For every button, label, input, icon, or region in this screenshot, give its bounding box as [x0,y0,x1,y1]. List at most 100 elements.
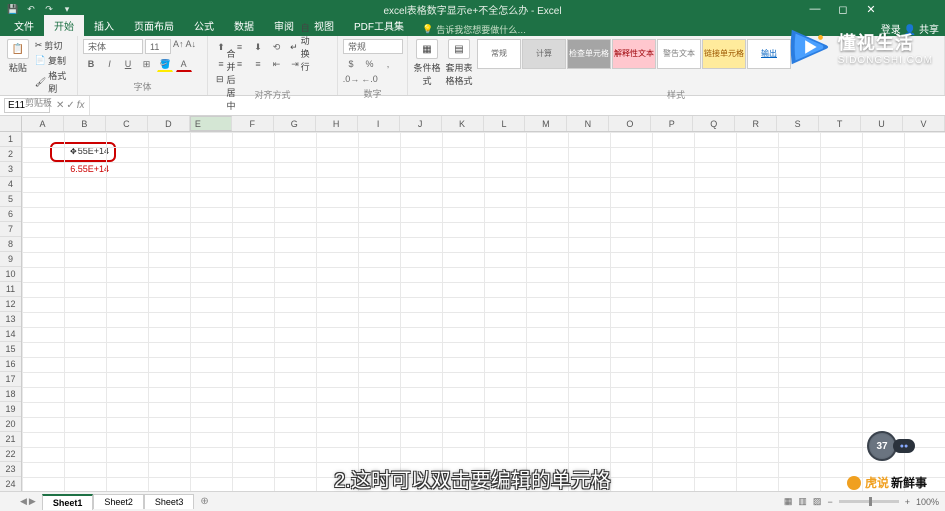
style-explain[interactable]: 解释性文本 [612,39,656,69]
zoom-slider[interactable] [839,500,899,503]
row-header-20[interactable]: 20 [0,417,21,432]
sheet-prev-icon[interactable]: ◀ [20,496,27,507]
bold-button[interactable]: B [83,56,99,71]
redo-icon[interactable]: ↷ [42,2,56,16]
font-name-select[interactable]: 宋体 [83,39,143,54]
copy-button[interactable]: 📄 复制 [35,54,72,67]
row-header-9[interactable]: 9 [0,252,21,267]
row-header-19[interactable]: 19 [0,402,21,417]
italic-button[interactable]: I [102,56,118,71]
tab-insert[interactable]: 插入 [84,15,124,36]
tab-home[interactable]: 开始 [44,15,84,36]
row-header-13[interactable]: 13 [0,312,21,327]
currency-icon[interactable]: $ [343,56,359,71]
font-color-button[interactable]: A [176,57,192,72]
row-header-12[interactable]: 12 [0,297,21,312]
row-header-3[interactable]: 3 [0,162,21,177]
row-header-1[interactable]: 1 [0,132,21,147]
zoom-in-icon[interactable]: + [905,497,910,507]
inc-decimal-icon[interactable]: .0→ [343,71,359,86]
font-size-select[interactable]: 11 [145,39,171,54]
row-header-6[interactable]: 6 [0,207,21,222]
row-header-23[interactable]: 23 [0,462,21,477]
orientation-icon[interactable]: ⟲ [269,40,285,55]
col-header-P[interactable]: P [651,116,693,131]
zoom-level[interactable]: 100% [916,497,939,507]
fill-color-button[interactable]: 🪣 [157,57,173,72]
number-format-select[interactable]: 常规 [343,39,403,54]
row-header-2[interactable]: 2 [0,147,21,162]
indent-dec-icon[interactable]: ⇤ [269,57,285,72]
row-header-14[interactable]: 14 [0,327,21,342]
col-header-B[interactable]: B [64,116,106,131]
conditional-format-button[interactable]: ▦条件格式 [413,39,441,87]
style-calc[interactable]: 计算 [522,39,566,69]
style-warn[interactable]: 警告文本 [657,39,701,69]
format-table-button[interactable]: ▤套用表格格式 [445,39,473,87]
tab-file[interactable]: 文件 [4,15,44,36]
col-header-L[interactable]: L [484,116,526,131]
style-check[interactable]: 检查单元格 [567,39,611,69]
align-bottom-icon[interactable]: ⬇ [250,40,266,55]
style-output[interactable]: 输出 [747,39,791,69]
decrease-font-icon[interactable]: A↓ [186,39,197,54]
col-header-C[interactable]: C [106,116,148,131]
row-header-24[interactable]: 24 [0,477,21,492]
row-header-18[interactable]: 18 [0,387,21,402]
col-header-F[interactable]: F [232,116,274,131]
close-icon[interactable]: ✕ [857,3,885,16]
paste-button[interactable]: 📋粘贴 [5,39,31,74]
sheet-next-icon[interactable]: ▶ [29,496,36,507]
view-normal-icon[interactable]: ▦ [784,496,793,507]
tab-review[interactable]: 审阅 [264,15,304,36]
col-header-J[interactable]: J [400,116,442,131]
tab-formulas[interactable]: 公式 [184,15,224,36]
dec-decimal-icon[interactable]: ←.0 [362,71,378,86]
row-header-11[interactable]: 11 [0,282,21,297]
comma-icon[interactable]: , [380,56,396,71]
row-header-16[interactable]: 16 [0,357,21,372]
col-header-O[interactable]: O [609,116,651,131]
style-normal[interactable]: 常规 [477,39,521,69]
col-header-R[interactable]: R [735,116,777,131]
select-all-corner[interactable] [0,116,22,132]
cell-area[interactable]: ✥55E+14 6.55E+14 [22,132,945,496]
align-right-icon[interactable]: ≡ [250,57,266,72]
col-header-I[interactable]: I [358,116,400,131]
sheet-tab-1[interactable]: Sheet1 [42,494,94,510]
cell-b3[interactable]: 6.55E+14 [58,163,112,175]
col-header-Q[interactable]: Q [693,116,735,131]
col-header-H[interactable]: H [316,116,358,131]
tell-me[interactable]: 💡告诉我您想要做什么… [422,23,526,36]
row-header-21[interactable]: 21 [0,432,21,447]
cell-styles-gallery[interactable]: 常规 计算 检查单元格 解释性文本 警告文本 链接单元格 输出 [477,39,791,69]
row-header-17[interactable]: 17 [0,372,21,387]
format-painter-button[interactable]: 🖌 格式刷 [35,69,72,95]
undo-icon[interactable]: ↶ [24,2,38,16]
row-header-15[interactable]: 15 [0,342,21,357]
spreadsheet-grid[interactable]: ABCDEFGHIJKLMNOPQRSTUV 12345678910111213… [0,116,945,496]
fx-icon[interactable]: fx [77,100,85,111]
increase-font-icon[interactable]: A↑ [173,39,184,54]
col-header-S[interactable]: S [777,116,819,131]
col-header-V[interactable]: V [903,116,945,131]
add-sheet-button[interactable]: ⊕ [194,494,214,509]
merge-button[interactable]: ⊟合并后居中 [213,72,245,87]
col-header-A[interactable]: A [22,116,64,131]
qat-more-icon[interactable]: ▾ [60,2,74,16]
tab-pagelayout[interactable]: 页面布局 [124,15,184,36]
selected-cell[interactable] [190,207,233,223]
percent-icon[interactable]: % [362,56,378,71]
col-header-K[interactable]: K [442,116,484,131]
view-break-icon[interactable]: ▨ [813,496,822,507]
minimize-icon[interactable]: — [801,3,829,16]
sheet-tab-2[interactable]: Sheet2 [93,494,144,509]
indent-inc-icon[interactable]: ⇥ [287,57,303,72]
col-header-M[interactable]: M [525,116,567,131]
row-header-4[interactable]: 4 [0,177,21,192]
save-icon[interactable]: 💾 [6,2,20,16]
underline-button[interactable]: U [120,56,136,71]
tab-pdf[interactable]: PDF工具集 [344,15,414,36]
col-header-D[interactable]: D [148,116,190,131]
sheet-tab-3[interactable]: Sheet3 [144,494,195,509]
